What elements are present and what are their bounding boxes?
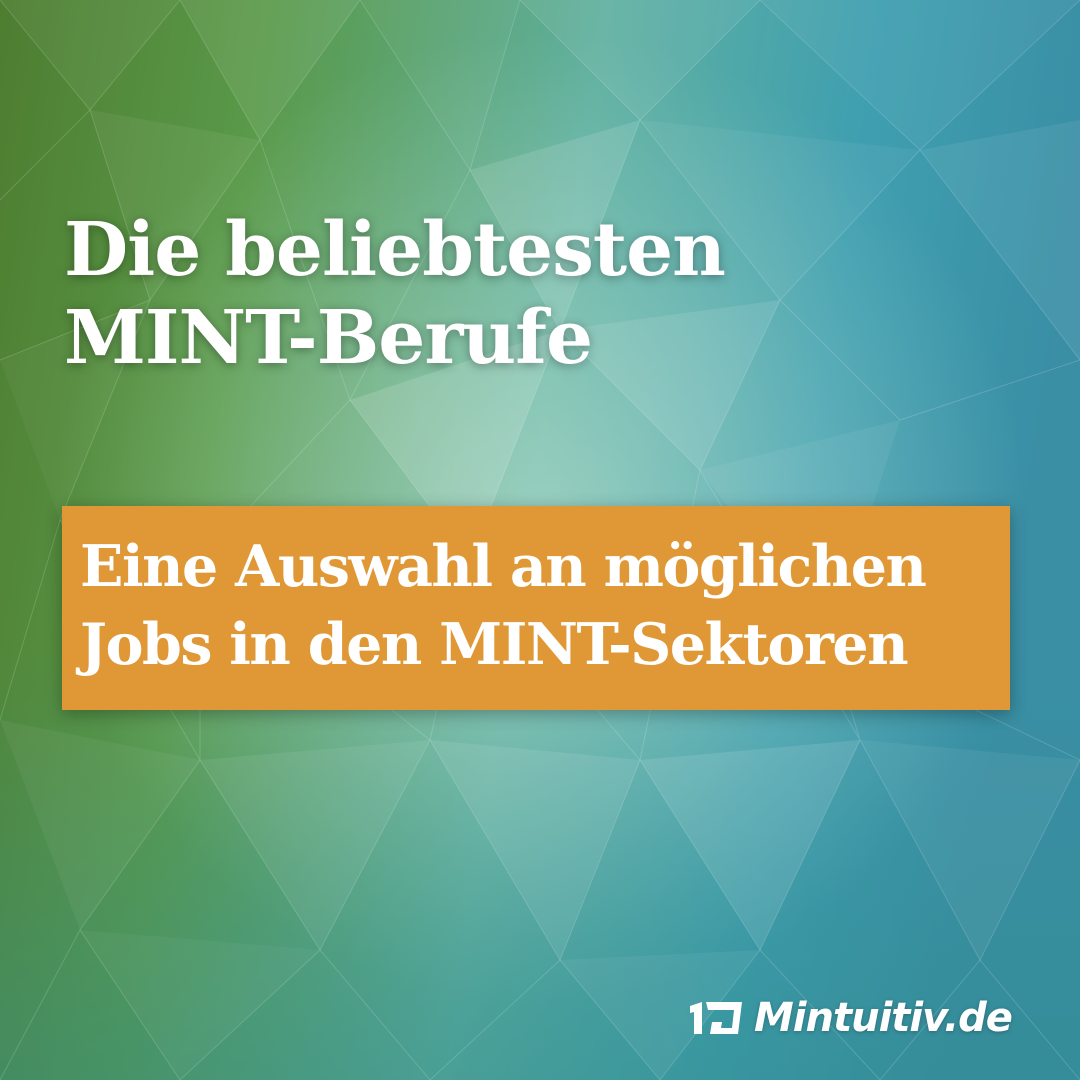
headline: Die beliebtesten MINT-Berufe <box>64 206 964 382</box>
brand-name: Mintuitiv.de <box>754 995 1013 1041</box>
subtitle-line-2: Jobs in den MINT-Sektoren <box>80 611 909 678</box>
brand: Mintuitiv.de <box>688 988 1013 1048</box>
subtitle-line-1: Eine Auswahl an möglichen <box>80 533 927 600</box>
headline-line-2: MINT-Berufe <box>64 295 593 381</box>
subtitle-box: Eine Auswahl an möglichen Jobs in den MI… <box>62 506 1010 710</box>
mintuitiv-logo-icon <box>690 1002 742 1034</box>
subtitle: Eine Auswahl an möglichen Jobs in den MI… <box>80 528 1010 684</box>
headline-line-1: Die beliebtesten <box>64 207 726 293</box>
